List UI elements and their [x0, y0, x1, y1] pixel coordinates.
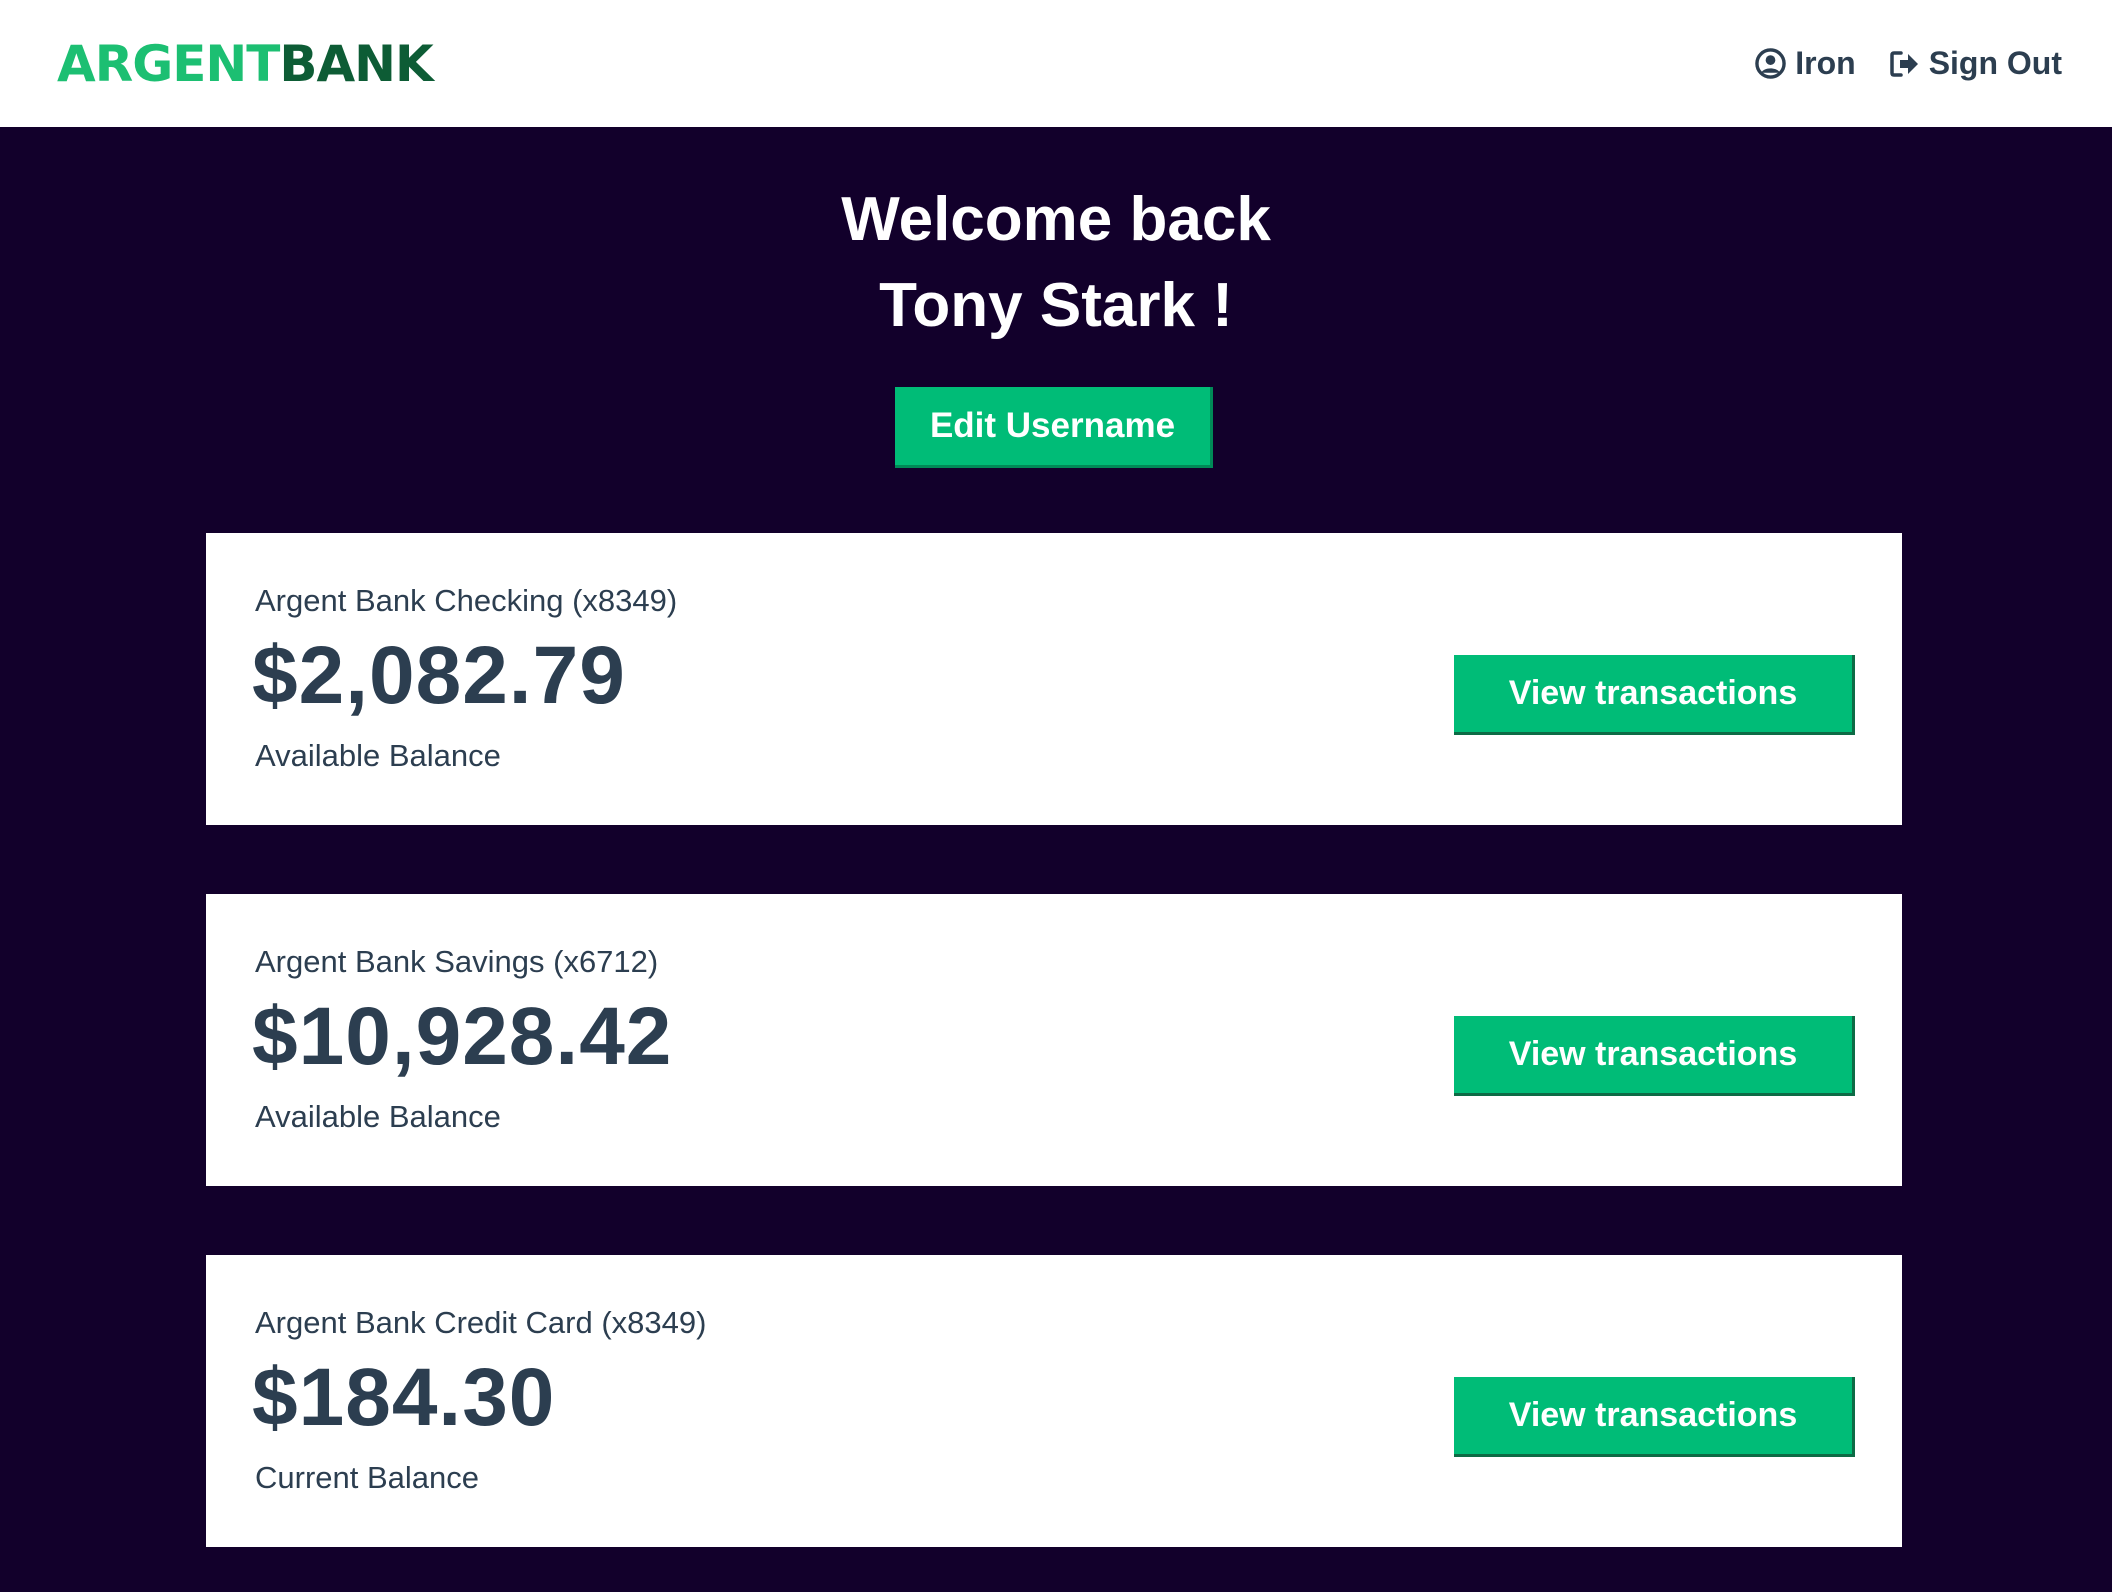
edit-username-button[interactable]: Edit Username	[895, 387, 1213, 468]
account-amount: $2,082.79	[252, 630, 626, 721]
main-nav: ARGENT BANK Iron Sign Out	[0, 0, 2112, 127]
sign-out-label: Sign Out	[1928, 45, 2062, 81]
account-amount-description: Available Balance	[255, 1099, 501, 1134]
welcome-heading: Welcome back Tony Stark !	[0, 177, 2112, 349]
profile-username: Iron	[1795, 45, 1856, 81]
welcome-line: Welcome back	[841, 185, 1271, 254]
user-circle-icon	[1755, 48, 1787, 79]
sign-out-icon	[1889, 50, 1918, 77]
account-card: Argent Bank Savings (x6712) $10,928.42 A…	[206, 894, 1902, 1186]
view-transactions-button[interactable]: View transactions	[1454, 1016, 1855, 1096]
view-transactions-button[interactable]: View transactions	[1454, 655, 1855, 735]
account-amount: $10,928.42	[252, 991, 673, 1082]
account-card: Argent Bank Credit Card (x8349) $184.30 …	[206, 1255, 1902, 1547]
user-fullname: Tony Stark !	[879, 271, 1233, 340]
main-content: Welcome back Tony Stark ! Edit Username …	[0, 127, 2112, 1592]
account-amount: $184.30	[252, 1352, 556, 1443]
nav-user-area: Iron Sign Out	[1755, 45, 2062, 82]
account-title: Argent Bank Savings (x6712)	[255, 944, 659, 979]
account-title: Argent Bank Credit Card (x8349)	[255, 1305, 707, 1340]
account-amount-description: Available Balance	[255, 738, 501, 773]
account-amount-description: Current Balance	[255, 1460, 480, 1495]
argent-bank-logo[interactable]: ARGENT BANK	[57, 34, 434, 93]
account-title: Argent Bank Checking (x8349)	[255, 583, 678, 618]
sign-out-link[interactable]: Sign Out	[1889, 45, 2062, 82]
logo-text-bank: BANK	[279, 34, 433, 93]
account-card: Argent Bank Checking (x8349) $2,082.79 A…	[206, 533, 1902, 825]
logo-text-argent: ARGENT	[57, 34, 280, 93]
profile-link[interactable]: Iron	[1755, 45, 1856, 82]
view-transactions-button[interactable]: View transactions	[1454, 1377, 1855, 1457]
